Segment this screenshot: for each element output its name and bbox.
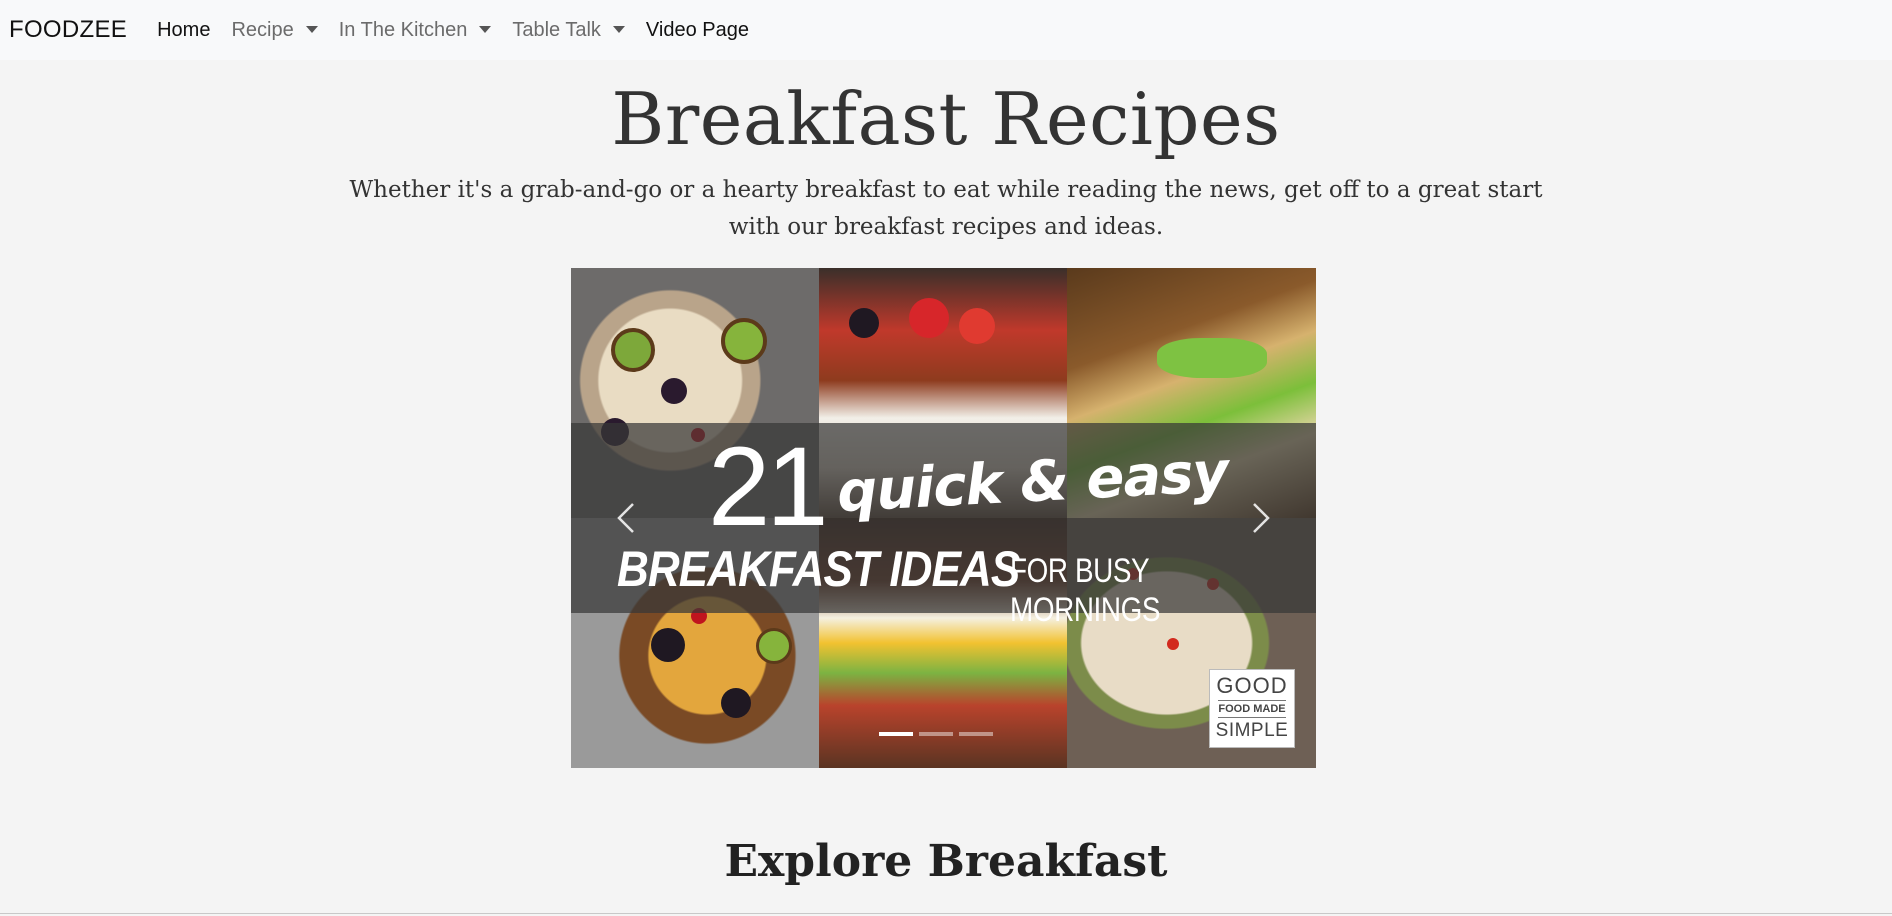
logo-line-1: GOOD — [1216, 673, 1288, 698]
strawberry-image — [959, 308, 995, 344]
top-navbar: FOODZEE Home Recipe In The Kitchen Table… — [0, 0, 1892, 60]
slide-caption-number: 21 — [708, 424, 829, 549]
caret-down-icon — [612, 25, 625, 33]
nav-item-recipe-label: Recipe — [231, 18, 294, 41]
tomato-piece-image — [1167, 638, 1179, 650]
caret-down-icon — [479, 25, 492, 33]
chevron-right-icon — [1253, 503, 1270, 533]
carousel-indicator-2[interactable] — [919, 732, 953, 736]
slide-caption-subline: FOR BUSY MORNINGS — [1010, 552, 1161, 629]
nav-item-home[interactable]: Home — [157, 19, 210, 42]
nav-item-table-talk-dropdown[interactable]: Table Talk — [512, 19, 625, 42]
brand-logo-link[interactable]: FOODZEE — [9, 16, 127, 44]
blackberry-image — [661, 378, 687, 404]
nav-item-home-label: Home — [157, 18, 211, 41]
blackberry-image — [849, 308, 879, 338]
avocado-slices-image — [1157, 338, 1267, 378]
carousel-next-button[interactable] — [1238, 498, 1278, 538]
nav-item-recipe-dropdown[interactable]: Recipe — [231, 18, 318, 42]
nav-item-video-page[interactable]: Video Page — [646, 19, 749, 42]
kiwi-slice-image — [611, 328, 655, 372]
nav-item-in-the-kitchen-dropdown[interactable]: In The Kitchen — [339, 19, 492, 42]
carousel-indicator-1[interactable] — [879, 732, 913, 736]
blackberry-image — [721, 688, 751, 718]
slide-caption-headline: BREAKFAST IDEAS — [617, 541, 1020, 597]
nav-item-in-the-kitchen-label: In The Kitchen — [338, 18, 468, 41]
intro-paragraph: Whether it's a grab-and-go or a hearty b… — [349, 177, 1543, 240]
page-title: Breakfast Recipes — [611, 77, 1281, 161]
chevron-left-icon — [617, 503, 634, 533]
carousel-indicators — [879, 732, 993, 736]
kiwi-slice-image — [721, 318, 767, 364]
nav-item-table-talk-label: Table Talk — [512, 18, 601, 41]
caret-down-icon — [305, 25, 318, 33]
breakfast-carousel: 21 quick & easy BREAKFAST IDEAS FOR BUSY… — [571, 268, 1316, 768]
section-divider — [0, 913, 1892, 914]
logo-line-3: SIMPLE — [1215, 720, 1289, 741]
carousel-prev-button[interactable] — [609, 498, 649, 538]
logo-line-2: FOOD MADE — [1218, 700, 1286, 718]
strawberry-image — [909, 298, 949, 338]
good-food-made-simple-logo: GOOD FOOD MADE SIMPLE — [1209, 669, 1295, 748]
carousel-indicator-3[interactable] — [959, 732, 993, 736]
blackberry-image — [651, 628, 685, 662]
explore-breakfast-heading: Explore Breakfast — [724, 836, 1168, 887]
kiwi-slice-image — [756, 628, 792, 664]
nav-item-video-page-label: Video Page — [645, 18, 749, 41]
